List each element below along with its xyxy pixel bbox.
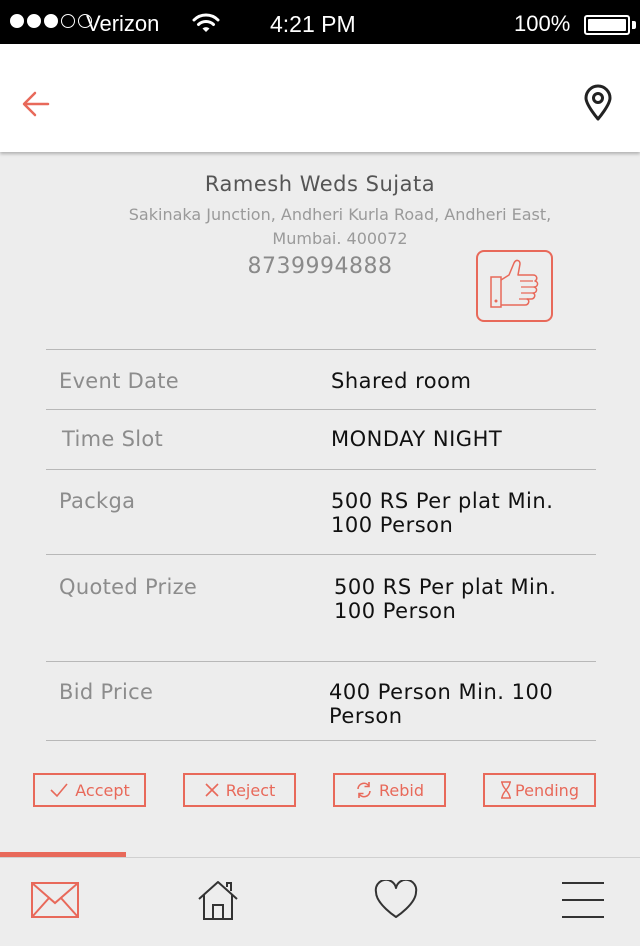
bottom-tab-bar	[0, 857, 640, 946]
venue-address: Sakinaka Junction, Andheri Kurla Road, A…	[128, 205, 552, 248]
detail-value: MONDAY NIGHT	[331, 427, 503, 451]
carrier-name: Verizon	[86, 11, 160, 36]
detail-value: 500 RS Per plat Min. 100 Person	[334, 575, 557, 623]
battery-cap	[632, 21, 636, 29]
detail-row-quoted-prize: Quoted Prize 500 RS Per plat Min. 100 Pe…	[46, 554, 596, 661]
detail-value: 500 RS Per plat Min. 100 Person	[331, 489, 554, 537]
rebid-label: Rebid	[379, 780, 424, 800]
status-bar: Verizon 4:21 PM 100%	[0, 0, 640, 44]
detail-label: Event Date	[59, 369, 180, 393]
detail-label: Quoted Prize	[59, 575, 198, 599]
detail-row-event-date: Event Date Shared room	[46, 349, 596, 409]
booking-details-table: Event Date Shared room Time Slot MONDAY …	[46, 349, 596, 741]
wifi-icon	[192, 12, 220, 38]
detail-label: Time Slot	[62, 427, 164, 451]
back-arrow-icon[interactable]	[20, 88, 52, 120]
battery-icon	[584, 15, 630, 35]
menu-icon[interactable]	[558, 878, 608, 922]
refresh-icon	[355, 781, 373, 799]
action-buttons: Accept Reject Rebid Pending	[0, 773, 640, 807]
like-button[interactable]	[476, 250, 553, 322]
venue-name: Ramesh Weds Sujata	[204, 172, 436, 196]
battery-percent: 100%	[514, 11, 571, 36]
detail-row-bid-price: Bid Price 400 Person Min. 100 Person	[46, 661, 596, 741]
pending-label: Pending	[515, 780, 579, 800]
detail-row-package: Packga 500 RS Per plat Min. 100 Person	[46, 469, 596, 554]
reject-label: Reject	[225, 780, 276, 800]
rebid-button[interactable]: Rebid	[333, 773, 446, 807]
hourglass-icon	[500, 781, 512, 799]
app-header	[0, 44, 640, 152]
accept-label: Accept	[75, 780, 130, 800]
detail-value: Shared room	[331, 369, 472, 393]
venue-phone[interactable]: 8739994888	[200, 254, 440, 279]
checkmark-icon	[49, 782, 69, 798]
mail-icon[interactable]	[30, 878, 80, 922]
location-pin-icon[interactable]	[582, 84, 614, 122]
detail-label: Bid Price	[59, 680, 154, 704]
status-time: 4:21 PM	[270, 11, 356, 37]
heart-icon[interactable]	[371, 878, 421, 922]
signal-strength-icon	[10, 14, 92, 28]
detail-label: Packga	[59, 489, 136, 513]
detail-row-time-slot: Time Slot MONDAY NIGHT	[46, 409, 596, 469]
detail-value: 400 Person Min. 100 Person	[329, 680, 554, 728]
accept-button[interactable]: Accept	[33, 773, 146, 807]
home-icon[interactable]	[193, 878, 243, 922]
pending-button[interactable]: Pending	[483, 773, 596, 807]
reject-button[interactable]: Reject	[183, 773, 296, 807]
close-icon	[204, 782, 220, 798]
thumbs-up-icon	[485, 257, 545, 315]
